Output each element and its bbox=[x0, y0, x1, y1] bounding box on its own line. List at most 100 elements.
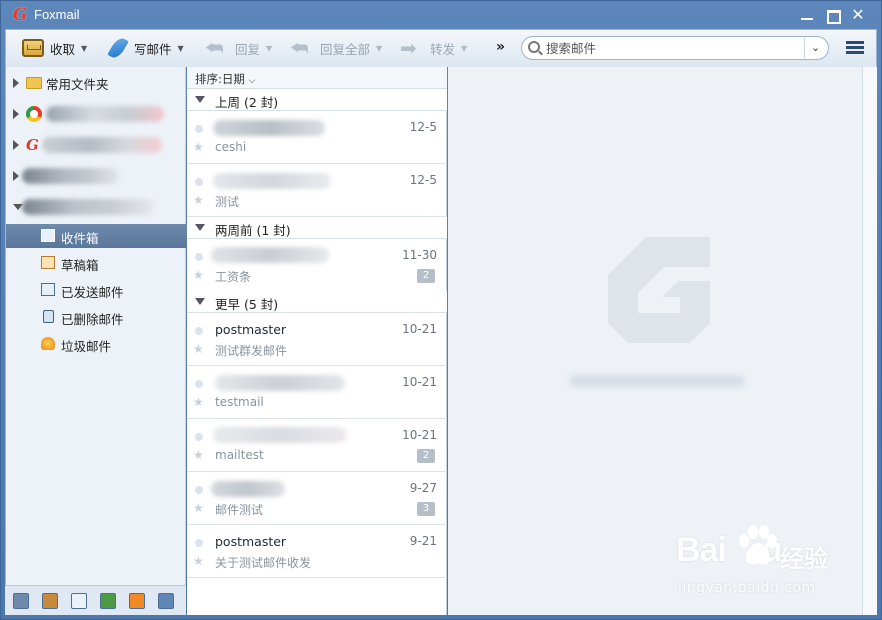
folder-icon bbox=[26, 77, 42, 89]
calendar-icon[interactable] bbox=[71, 593, 87, 609]
star-icon[interactable]: ★ bbox=[193, 554, 204, 568]
star-icon[interactable]: ★ bbox=[193, 395, 204, 409]
sort-bar[interactable]: 排序:日期 ⌵ bbox=[187, 67, 447, 89]
sidebar-item-inbox[interactable]: 收件箱 bbox=[6, 224, 187, 248]
star-icon[interactable]: ★ bbox=[193, 342, 204, 356]
forward-label: 转发 bbox=[430, 41, 456, 57]
common-folders-node[interactable]: 常用文件夹 bbox=[6, 71, 187, 95]
sidebar-item-label: 已发送邮件 bbox=[61, 285, 124, 300]
unread-dot-icon[interactable] bbox=[195, 539, 203, 547]
unread-dot-icon[interactable] bbox=[195, 253, 203, 261]
chevron-down-icon[interactable]: ▼ bbox=[376, 44, 382, 53]
message-subject: mailtest bbox=[215, 448, 264, 462]
star-icon[interactable]: ★ bbox=[193, 268, 204, 282]
message-subject: 工资条 bbox=[215, 270, 252, 284]
forward-button[interactable]: ➡ 转发 ▼ bbox=[400, 35, 467, 61]
expand-icon[interactable] bbox=[13, 171, 19, 181]
compose-button[interactable]: 写邮件 ▼ bbox=[107, 35, 184, 61]
message-sender: postmaster bbox=[215, 322, 287, 337]
contacts-icon[interactable] bbox=[42, 593, 58, 609]
app-title: Foxmail bbox=[34, 7, 80, 22]
collapse-icon[interactable] bbox=[195, 298, 205, 305]
account-name-redacted bbox=[22, 168, 118, 184]
expand-icon[interactable] bbox=[13, 109, 19, 119]
sidebar-item-label: 已删除邮件 bbox=[61, 312, 124, 327]
sidebar-item-drafts[interactable]: 草稿箱 bbox=[6, 251, 187, 275]
trash-icon bbox=[43, 310, 54, 323]
list-item[interactable]: 10-21 ★ testmail bbox=[187, 366, 447, 419]
list-item[interactable]: 12-5 ★ ceshi bbox=[187, 111, 447, 164]
unread-dot-icon[interactable] bbox=[195, 125, 203, 133]
account-node-4[interactable] bbox=[6, 195, 187, 219]
group-label: 更早 (5 封) bbox=[215, 297, 279, 312]
title-bar[interactable]: G Foxmail ✕ bbox=[1, 1, 881, 29]
expand-icon[interactable] bbox=[13, 140, 19, 150]
sender-redacted bbox=[215, 375, 345, 391]
rss-icon[interactable] bbox=[129, 593, 145, 609]
unread-dot-icon[interactable] bbox=[195, 486, 203, 494]
unread-dot-icon[interactable] bbox=[195, 433, 203, 441]
group-header[interactable]: 上周 (2 封) bbox=[187, 89, 447, 111]
more-button[interactable]: » bbox=[496, 39, 505, 55]
account-node-3[interactable] bbox=[6, 164, 187, 188]
watermark-url: jingyan.baidu.com bbox=[678, 580, 816, 596]
star-icon[interactable]: ★ bbox=[193, 448, 204, 462]
star-icon[interactable]: ★ bbox=[193, 193, 204, 207]
main-menu-icon[interactable] bbox=[846, 41, 864, 55]
search-box[interactable]: ⌄ bbox=[521, 36, 829, 60]
message-subject: ceshi bbox=[215, 140, 247, 154]
reply-label: 回复 bbox=[235, 41, 261, 57]
reply-all-icon: ⮪ bbox=[290, 36, 309, 60]
group-header[interactable]: 更早 (5 封) bbox=[187, 291, 447, 313]
search-options-icon[interactable]: ⌄ bbox=[804, 38, 826, 58]
sidebar-item-label: 收件箱 bbox=[61, 231, 99, 246]
folder-pane: 常用文件夹 G 收件箱 草稿箱 已发送邮件 已删除邮件 垃圾邮件 bbox=[5, 67, 187, 615]
mail-icon[interactable] bbox=[13, 593, 29, 609]
sidebar-item-label: 垃圾邮件 bbox=[61, 339, 112, 354]
message-date: 12-5 bbox=[409, 120, 437, 134]
close-button[interactable]: ✕ bbox=[847, 5, 869, 25]
unread-dot-icon[interactable] bbox=[195, 380, 203, 388]
sidebar-item-junk[interactable]: 垃圾邮件 bbox=[6, 332, 187, 356]
sidebar-item-deleted[interactable]: 已删除邮件 bbox=[6, 305, 187, 329]
search-input[interactable] bbox=[546, 39, 796, 57]
reply-all-button[interactable]: ⮪ 回复全部 ▼ bbox=[290, 35, 382, 61]
unread-dot-icon[interactable] bbox=[195, 178, 203, 186]
chevron-down-icon[interactable]: ▼ bbox=[461, 44, 467, 53]
list-item[interactable]: postmaster 9-21 ★ 关于测试邮件收发 bbox=[187, 525, 447, 578]
sender-redacted bbox=[211, 247, 329, 263]
maximize-button[interactable] bbox=[821, 5, 843, 25]
account-node-2[interactable]: G bbox=[6, 133, 187, 157]
reply-button[interactable]: ⮪ 回复 ▼ bbox=[205, 35, 272, 61]
list-item[interactable]: 10-21 ★ mailtest 2 bbox=[187, 419, 447, 472]
apps-icon[interactable] bbox=[158, 593, 174, 609]
chevron-down-icon[interactable]: ▼ bbox=[266, 44, 272, 53]
sidebar-item-sent[interactable]: 已发送邮件 bbox=[6, 278, 187, 302]
message-subject: 关于测试邮件收发 bbox=[215, 556, 312, 570]
toolbar: 收取 ▼ 写邮件 ▼ ⮪ 回复 ▼ ⮪ 回复全部 ▼ ➡ 转发 ▼ » ⌄ bbox=[5, 29, 877, 67]
account-node-1[interactable] bbox=[6, 102, 187, 126]
list-item[interactable]: postmaster 10-21 ★ 测试群发邮件 bbox=[187, 313, 447, 366]
chevron-down-icon[interactable]: ▼ bbox=[178, 44, 184, 53]
minimize-button[interactable] bbox=[796, 5, 818, 25]
list-item[interactable]: 9-27 ★ 邮件测试 3 bbox=[187, 472, 447, 525]
collapse-icon[interactable] bbox=[195, 224, 205, 231]
notes-icon[interactable] bbox=[100, 593, 116, 609]
chevron-down-icon[interactable]: ▼ bbox=[81, 44, 87, 53]
sort-label[interactable]: 排序:日期 ⌵ bbox=[195, 71, 255, 87]
star-icon[interactable]: ★ bbox=[193, 501, 204, 515]
reader-text-redacted bbox=[570, 375, 744, 387]
feather-pen-icon bbox=[107, 35, 129, 61]
message-date: 9-21 bbox=[409, 534, 437, 548]
unread-dot-icon[interactable] bbox=[195, 327, 203, 335]
collapse-icon[interactable] bbox=[195, 96, 205, 103]
message-sender: postmaster bbox=[215, 534, 287, 549]
paw-logo-icon bbox=[739, 525, 777, 565]
list-item[interactable]: 11-30 ★ 工资条 2 bbox=[187, 239, 447, 292]
list-item[interactable]: 12-5 ★ 测试 bbox=[187, 164, 447, 217]
expand-icon[interactable] bbox=[13, 78, 19, 88]
receive-button[interactable]: 收取 ▼ bbox=[22, 35, 87, 61]
star-icon[interactable]: ★ bbox=[193, 140, 204, 154]
group-header[interactable]: 两周前 (1 封) bbox=[187, 217, 447, 239]
message-date: 10-21 bbox=[402, 322, 437, 336]
